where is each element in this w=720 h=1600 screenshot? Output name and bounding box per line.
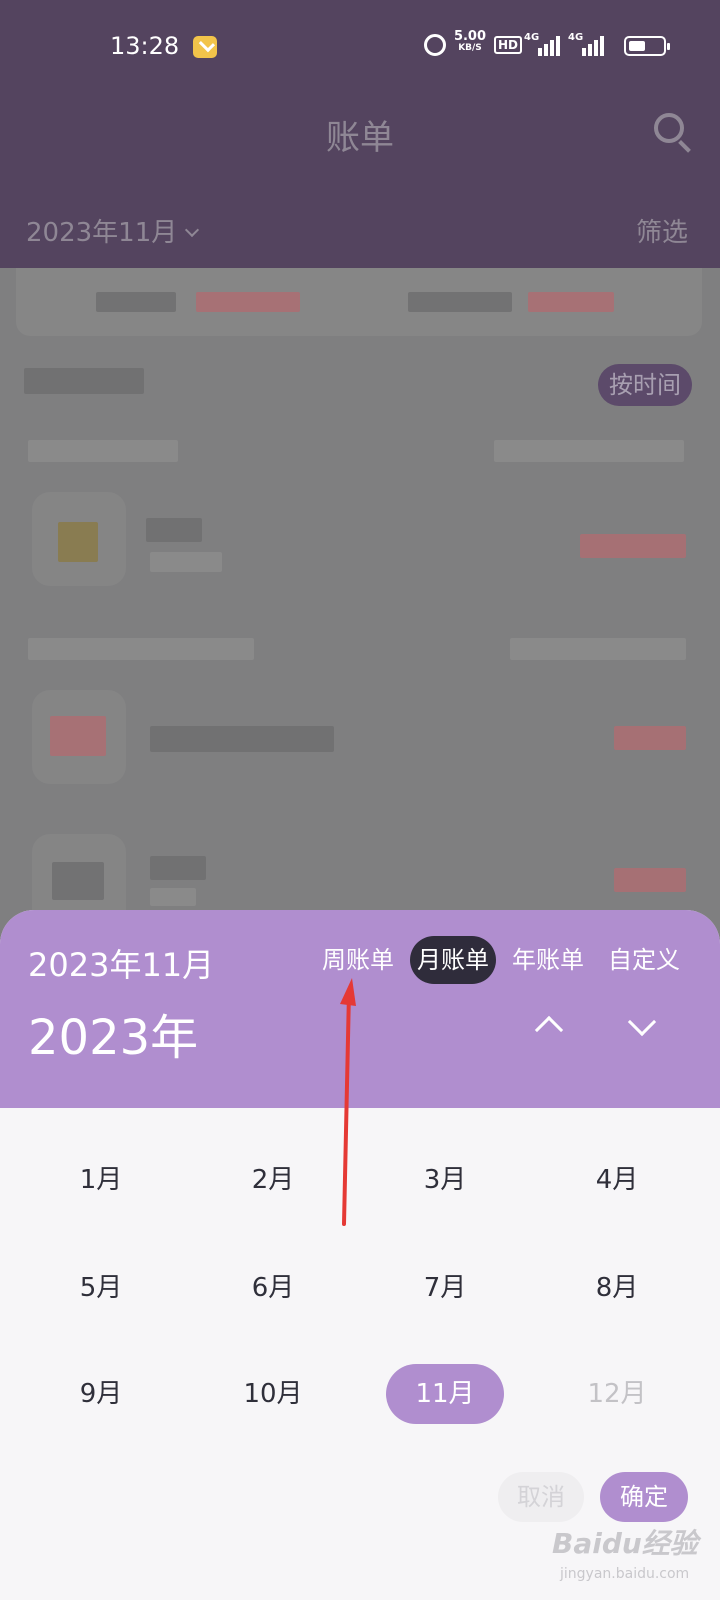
baidu-watermark-url: jingyan.baidu.com xyxy=(560,1566,690,1582)
baidu-watermark: Baidu经验 xyxy=(552,1527,698,1560)
annotation-arrow-icon xyxy=(340,978,356,1226)
